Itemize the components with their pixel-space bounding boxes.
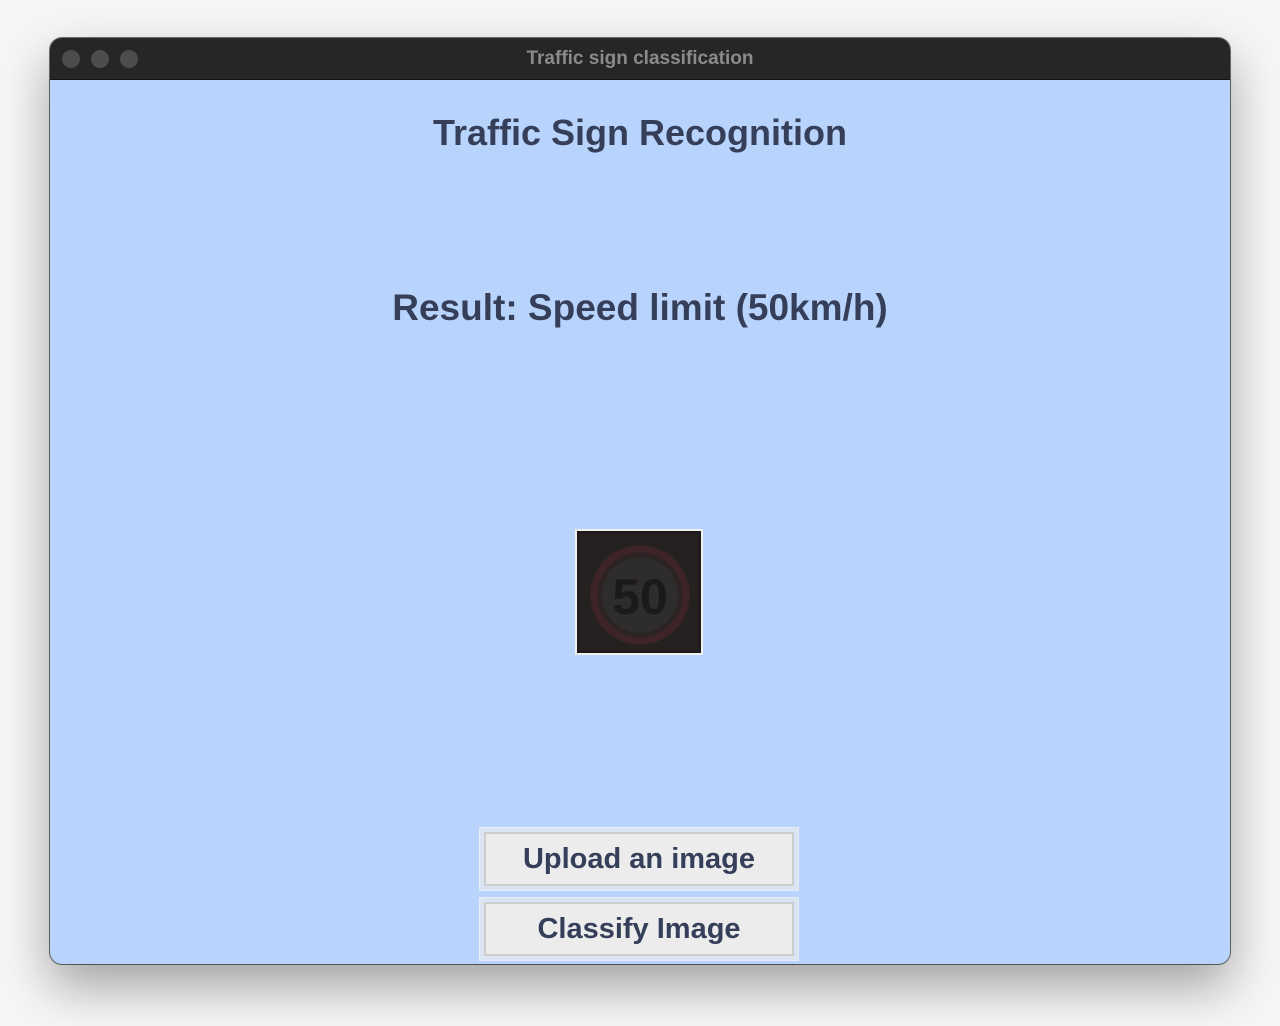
main-content: Traffic Sign Recognition Result: Speed l… [50,80,1230,964]
classification-result: Result: Speed limit (50km/h) [392,287,888,328]
upload-image-button[interactable]: Upload an image [484,832,794,886]
speed-limit-sign-image: 50 [577,531,701,653]
title-bar[interactable]: Traffic sign classification [50,38,1230,80]
app-window: Traffic sign classification Traffic Sign… [50,38,1230,964]
upload-button-frame: Upload an image [479,827,799,891]
svg-text:50: 50 [612,569,668,625]
classify-button-frame: Classify Image [479,897,799,961]
app-heading: Traffic Sign Recognition [432,112,848,153]
uploaded-image-preview: 50 [575,529,703,655]
classify-image-button[interactable]: Classify Image [484,902,794,956]
window-title: Traffic sign classification [526,48,754,69]
